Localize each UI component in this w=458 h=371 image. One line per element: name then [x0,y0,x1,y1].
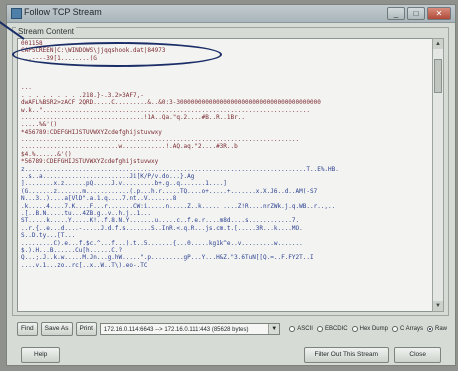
stream-controls-row: Find Save As Print 172.16.0.114:6643 -->… [17,322,447,336]
stream-line [21,70,430,77]
stream-line: Q...;.J..k.w.....M.Jn...g.hW.....".p....… [21,254,314,262]
filter-out-stream-button[interactable]: Filter Out This Stream [303,347,389,363]
stream-line: z.......................................… [21,165,339,173]
radio-label: Raw [434,326,447,332]
radio-label: Hex Dump [359,326,388,332]
radio-ascii[interactable]: ASCII [289,326,313,332]
stream-line: dwAFL%BSR2>zACF 2QRD.....C.........&..&0… [21,99,321,107]
stream-content-group: Stream Content 001158 CAPSCREEN|C:\WINDOW… [12,27,449,316]
stream-line: $4.%......&'() [21,150,72,158]
stream-line: .[..B.N.....tu...4ZB.g..v..h.j..1... [21,209,152,217]
stream-line: ...........................w............… [21,143,238,151]
close-window-button[interactable]: ✕ [427,7,451,20]
scroll-down-arrow-icon[interactable]: ▼ [433,301,443,311]
stream-line: ....v.1...zo..rc[..x..W..T\).eo-.TC [21,261,148,269]
stream-line: N...3..)....a[VlD".a.1.q....7.nt..V.....… [21,195,177,203]
stream-line: .k.....4....7.K....F...r.......CW:i.....… [21,202,336,210]
stream-content-label: Stream Content [16,27,77,36]
radio-label: C Arrays [399,326,423,332]
scroll-up-arrow-icon[interactable]: ▲ [433,39,443,49]
highlight-ellipse-annotation [12,42,222,67]
radio-c-arrays[interactable]: C Arrays [391,326,423,332]
minimize-button[interactable]: _ [387,7,405,20]
chevron-down-icon: ▼ [268,324,280,334]
stream-line: .....%&'() [21,121,58,129]
maximize-button[interactable]: □ [407,7,425,20]
conversation-select[interactable]: 172.16.0.114:6643 --> 172.16.0.111:443 (… [99,323,281,335]
bottom-button-bar: Help Filter Out This Stream Close [17,345,447,363]
radio-dot-icon[interactable] [426,326,433,332]
radio-raw[interactable]: Raw [426,326,447,332]
stream-line: ........................................… [21,136,300,144]
stream-line: ]........x.z......pQ.....J.v.........b+.… [21,180,227,188]
stream-line: $.).H...B......Cu[h......C.? [21,246,123,254]
stream-line: (G.......z.......m............(.p...h.r.… [21,187,318,195]
stream-line [21,77,430,84]
stream-line: S..D.ty...[T... [21,232,76,240]
stream-content-textarea[interactable]: 001158 CAPSCREEN|C:\WINDOWS\jjqqshook.dat… [17,38,433,312]
title-bar[interactable]: Follow TCP Stream _ □ ✕ [7,5,455,23]
wireshark-app-icon [11,8,22,19]
window-controls: _ □ ✕ [387,7,451,20]
radio-label: ASCII [297,326,313,332]
stream-line: ST.....k.....Y.....K!..f.8.N.Y.......u..… [21,217,300,225]
stream-lines: 001158 CAPSCREEN|C:\WINDOWS\jjqqshook.dat… [21,40,430,269]
close-button[interactable]: Close [394,347,441,363]
save-as-button[interactable]: Save As [40,322,73,336]
stream-line: . . . . . . . . .218.}-.3.2>3AF7,- [21,91,144,99]
stream-line: ..................................!1A..Q… [21,113,245,121]
stream-line: *456789:CDEFGHIJSTUVWXYZcdefghijstuvwxy [21,128,162,136]
find-button[interactable]: Find [17,322,38,336]
stream-line: .........C).e...f.$c.^...f...).t..5.....… [21,239,303,247]
conversation-select-value: 172.16.0.114:6643 --> 172.16.0.111:443 (… [103,327,249,333]
radio-dot-icon[interactable] [316,326,323,332]
radio-dot-icon[interactable] [351,326,358,332]
stream-line: ... [21,84,32,92]
stream-line: ..r.{..e...d....-.....J.d.f.s.......S..I… [21,224,303,232]
help-button[interactable]: Help [21,347,61,363]
radio-dot-icon[interactable] [289,326,296,332]
radio-ebcdic[interactable]: EBCDIC [316,326,348,332]
scrollbar-thumb[interactable] [434,59,442,93]
stream-line: ..s..a........................Ji[K/P/v.d… [21,173,195,181]
encoding-radio-group: ASCII EBCDIC Hex Dump C Arrays Raw [289,326,447,332]
stream-scrollbar[interactable]: ▲ ▼ [432,38,444,312]
radio-label: EBCDIC [324,326,348,332]
print-button[interactable]: Print [75,322,97,336]
radio-hex-dump[interactable]: Hex Dump [351,326,388,332]
radio-dot-icon[interactable] [391,326,398,332]
window-title: Follow TCP Stream [24,7,102,17]
stream-line: w.k.."..................................… [21,106,310,114]
stream-line: *56789:CDEFGHIJSTUVWXYZcdefghijstuvwxy [21,158,159,166]
